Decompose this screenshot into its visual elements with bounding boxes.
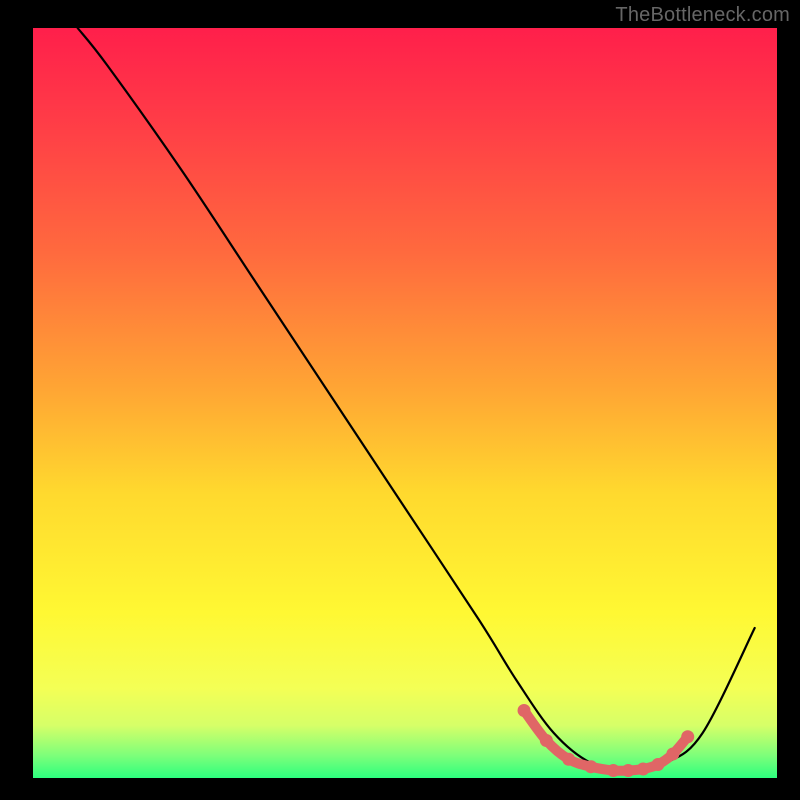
plot-background <box>33 28 777 778</box>
watermark-text: TheBottleneck.com <box>615 4 790 27</box>
optimal-range-dot <box>607 764 620 777</box>
optimal-range-dot <box>562 753 575 766</box>
optimal-range-dot <box>637 763 650 776</box>
optimal-range-dot <box>622 764 635 777</box>
optimal-range-dot <box>651 758 664 771</box>
optimal-range-dot <box>540 734 553 747</box>
optimal-range-dot <box>681 730 694 743</box>
bottleneck-chart <box>0 0 800 800</box>
optimal-range-dot <box>518 704 531 717</box>
optimal-range-dot <box>666 748 679 761</box>
optimal-range-dot <box>585 760 598 773</box>
chart-stage: TheBottleneck.com <box>0 0 800 800</box>
